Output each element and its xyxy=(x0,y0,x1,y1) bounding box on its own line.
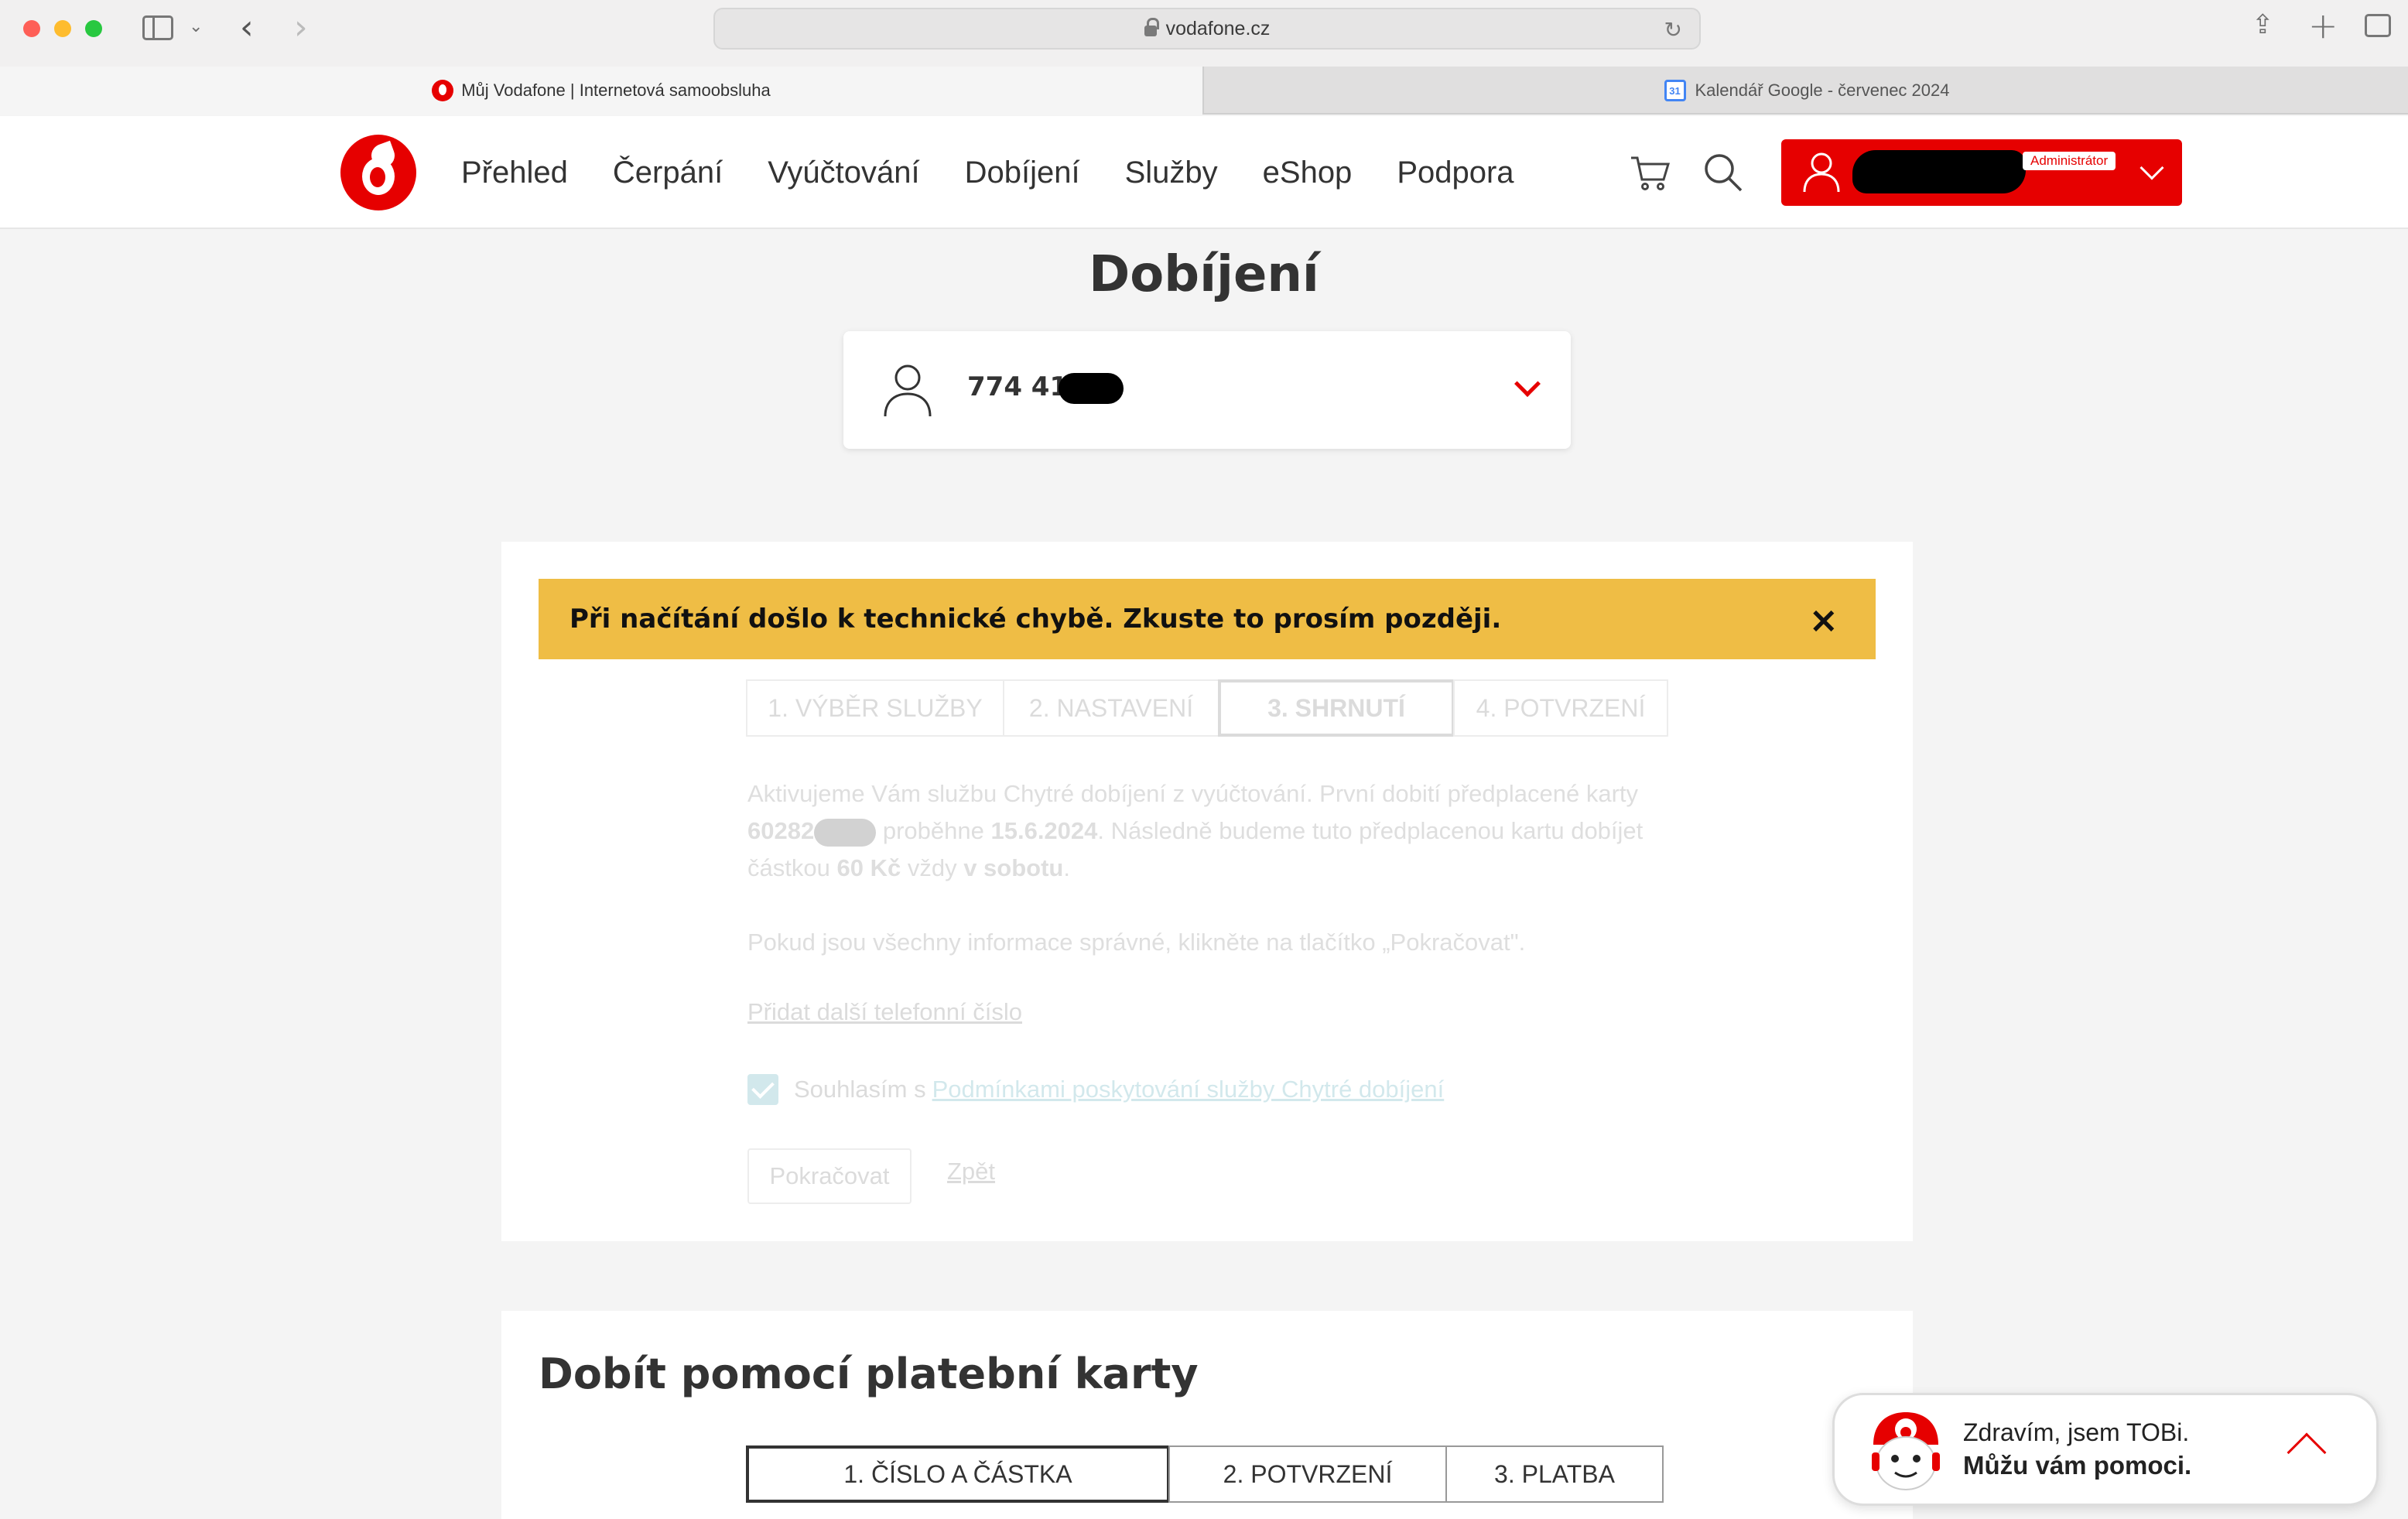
user-icon xyxy=(884,364,932,417)
page-title: Dobíjení xyxy=(1089,246,1319,303)
minimize-window-button[interactable] xyxy=(54,20,71,37)
chevron-up-icon[interactable] xyxy=(2287,1432,2327,1473)
continue-button[interactable]: Pokračovat xyxy=(747,1148,912,1204)
wizard-step-3-active: 3. SHRNUTÍ xyxy=(1218,679,1455,737)
card-step-3: 3. PLATBA xyxy=(1445,1445,1664,1503)
nav-item-prehled[interactable]: Přehled xyxy=(461,156,568,190)
tab-overview-icon[interactable] xyxy=(2365,14,2391,37)
zoom-window-button[interactable] xyxy=(85,20,102,37)
new-tab-icon[interactable]: + xyxy=(2308,5,2338,46)
address-bar[interactable]: vodafone.cz ↻ xyxy=(713,8,1701,50)
back-link[interactable]: Zpět xyxy=(947,1158,995,1185)
wizard-steps: 1. VÝBĚR SLUŽBY 2. NASTAVENÍ 3. SHRNUTÍ … xyxy=(746,679,1668,737)
tobi-avatar-icon xyxy=(1872,1412,1940,1490)
terms-link[interactable]: Podmínkami poskytování služby Chytré dob… xyxy=(932,1076,1445,1103)
nav-item-eshop[interactable]: eShop xyxy=(1263,156,1353,190)
tab-label: Kalendář Google - červenec 2024 xyxy=(1695,80,1950,100)
main-nav: Přehled Čerpání Vyúčtování Dobíjení Služ… xyxy=(461,116,1559,229)
chevron-down-icon[interactable]: ⌄ xyxy=(189,17,203,36)
smart-topup-panel: Při načítání došlo k technické chybě. Zk… xyxy=(501,542,1913,1241)
close-window-button[interactable] xyxy=(23,20,40,37)
browser-toolbar: ⌄ ‹ › vodafone.cz ↻ ⇪ + xyxy=(0,0,2408,67)
nav-item-sluzby[interactable]: Služby xyxy=(1125,156,1218,190)
chat-greeting: Zdravím, jsem TOBi. xyxy=(1963,1418,2190,1446)
back-button[interactable]: ‹ xyxy=(240,8,254,47)
chevron-down-icon[interactable] xyxy=(1514,371,1541,397)
wizard-step-1: 1. VÝBĚR SLUŽBY xyxy=(746,679,1004,737)
tab-vodafone[interactable]: Můj Vodafone | Internetová samoobsluha xyxy=(0,67,1204,115)
redacted-card-number xyxy=(814,818,877,847)
nav-item-cerpani[interactable]: Čerpání xyxy=(613,156,723,190)
add-phone-number-link[interactable]: Přidat další telefonní číslo xyxy=(747,998,1022,1026)
terms-checkbox[interactable] xyxy=(747,1074,778,1105)
sidebar-toggle-icon[interactable] xyxy=(142,15,173,40)
card-step-2: 2. POTVRZENÍ xyxy=(1168,1445,1447,1503)
nav-item-vyuctovani[interactable]: Vyúčtování xyxy=(768,156,919,190)
search-icon[interactable] xyxy=(1702,152,1744,193)
admin-badge: Administrátor xyxy=(2023,152,2116,170)
user-icon xyxy=(1803,152,1840,193)
terms-agreement: Souhlasím s Podmínkami poskytování služb… xyxy=(747,1074,1444,1105)
phone-number-selector[interactable]: 774 410 xyxy=(843,331,1571,449)
redacted-account-name xyxy=(1852,150,2026,193)
site-header: Přehled Čerpání Vyúčtování Dobíjení Služ… xyxy=(0,116,2408,229)
reload-icon[interactable]: ↻ xyxy=(1664,17,1682,43)
forward-button[interactable]: › xyxy=(294,8,308,47)
redacted-phone-suffix xyxy=(1059,373,1124,404)
nav-item-podpora[interactable]: Podpora xyxy=(1397,156,1514,190)
share-icon[interactable]: ⇪ xyxy=(2252,9,2274,40)
tab-google-calendar[interactable]: 31 Kalendář Google - červenec 2024 xyxy=(1206,67,2408,115)
url-text: vodafone.cz xyxy=(1165,17,1271,39)
chat-help-text: Můžu vám pomoci. xyxy=(1963,1451,2192,1480)
confirm-text: Pokud jsou všechny informace správné, kl… xyxy=(747,929,1526,956)
card-payment-panel: Dobít pomocí platební karty 1. ČÍSLO A Č… xyxy=(501,1311,1913,1519)
error-banner: Při načítání došlo k technické chybě. Zk… xyxy=(539,579,1876,659)
agree-prefix: Souhlasím s xyxy=(794,1076,926,1103)
card-payment-steps: 1. ČÍSLO A ČÁSTKA 2. POTVRZENÍ 3. PLATBA xyxy=(746,1445,1664,1503)
vodafone-favicon-icon xyxy=(432,80,454,101)
chevron-down-icon xyxy=(2139,156,2164,180)
card-step-1-active: 1. ČÍSLO A ČÁSTKA xyxy=(746,1445,1170,1503)
google-calendar-favicon-icon: 31 xyxy=(1664,80,1686,101)
tab-label: Můj Vodafone | Internetová samoobsluha xyxy=(461,80,771,100)
wizard-step-2: 2. NASTAVENÍ xyxy=(1003,679,1219,737)
tobi-chat-widget[interactable]: Zdravím, jsem TOBi. Můžu vám pomoci. xyxy=(1832,1393,2379,1506)
summary-text: Aktivujeme Vám službu Chytré dobíjení z … xyxy=(747,780,1644,881)
account-button[interactable]: Administrátor xyxy=(1781,139,2182,206)
card-payment-title: Dobít pomocí platební karty xyxy=(539,1350,1199,1398)
tab-strip: Můj Vodafone | Internetová samoobsluha 3… xyxy=(0,67,2408,115)
cart-icon[interactable] xyxy=(1630,153,1670,192)
lock-icon xyxy=(1144,18,1159,36)
nav-item-dobijeni[interactable]: Dobíjení xyxy=(965,156,1080,190)
wizard-step-4: 4. POTVRZENÍ xyxy=(1453,679,1668,737)
vodafone-logo[interactable] xyxy=(340,135,416,210)
error-message: Při načítání došlo k technické chybě. Zk… xyxy=(570,604,1502,635)
close-icon[interactable]: × xyxy=(1808,599,1838,641)
